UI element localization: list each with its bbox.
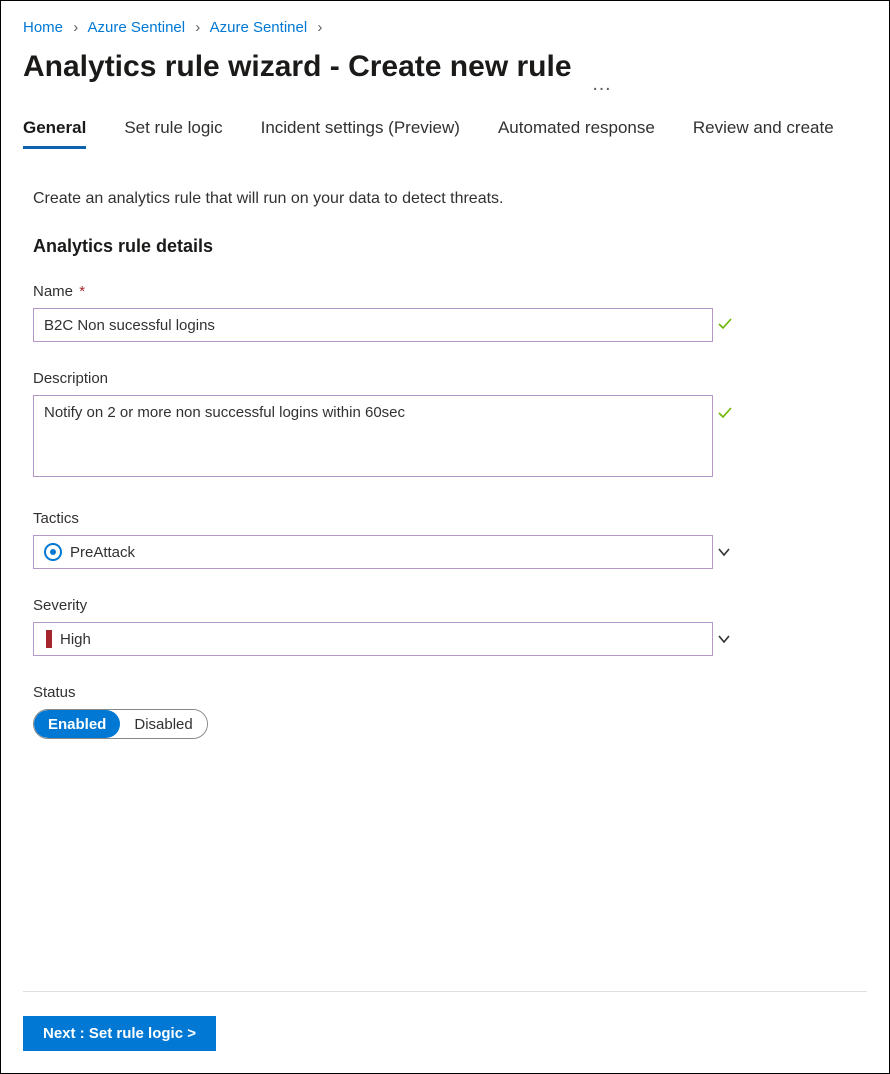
chevron-down-icon: [717, 632, 731, 646]
next-button[interactable]: Next : Set rule logic >: [23, 1016, 216, 1051]
severity-high-icon: [46, 630, 52, 648]
tab-incident-settings[interactable]: Incident settings (Preview): [261, 118, 460, 149]
check-icon: [717, 316, 733, 332]
chevron-right-icon: ›: [73, 19, 78, 36]
name-label: Name *: [33, 283, 743, 300]
wizard-footer: Next : Set rule logic >: [23, 991, 867, 1051]
field-description: Description Notify on 2 or more non succ…: [33, 370, 743, 482]
description-input[interactable]: Notify on 2 or more non successful login…: [33, 395, 713, 477]
name-input[interactable]: [33, 308, 713, 342]
tactics-label: Tactics: [33, 510, 743, 527]
tab-general[interactable]: General: [23, 118, 86, 149]
status-disabled[interactable]: Disabled: [120, 710, 206, 738]
check-icon: [717, 405, 733, 421]
field-tactics: Tactics PreAttack: [33, 510, 743, 569]
severity-label: Severity: [33, 597, 743, 614]
tab-review-create[interactable]: Review and create: [693, 118, 834, 149]
tab-automated-response[interactable]: Automated response: [498, 118, 655, 149]
section-rule-details: Analytics rule details: [33, 236, 743, 257]
more-actions-button[interactable]: …: [586, 73, 618, 96]
wizard-general-pane: Create an analytics rule that will run o…: [23, 190, 743, 739]
status-label: Status: [33, 684, 743, 701]
breadcrumb-home[interactable]: Home: [23, 19, 63, 36]
chevron-right-icon: ›: [317, 19, 322, 36]
tab-set-rule-logic[interactable]: Set rule logic: [124, 118, 222, 149]
severity-value: High: [60, 631, 91, 648]
breadcrumb-sentinel-2[interactable]: Azure Sentinel: [210, 19, 308, 36]
tactics-value: PreAttack: [70, 544, 135, 561]
field-status: Status Enabled Disabled: [33, 684, 743, 739]
description-label: Description: [33, 370, 743, 387]
status-enabled[interactable]: Enabled: [34, 710, 120, 738]
page-title: Analytics rule wizard - Create new rule: [23, 50, 572, 84]
field-severity: Severity High: [33, 597, 743, 656]
required-indicator: *: [79, 283, 85, 300]
target-icon: [44, 543, 62, 561]
severity-select[interactable]: High: [33, 622, 713, 656]
field-name: Name *: [33, 283, 743, 342]
intro-text: Create an analytics rule that will run o…: [33, 190, 743, 208]
wizard-tabs: General Set rule logic Incident settings…: [23, 118, 867, 150]
chevron-down-icon: [717, 545, 731, 559]
chevron-right-icon: ›: [195, 19, 200, 36]
tactics-select[interactable]: PreAttack: [33, 535, 713, 569]
breadcrumb: Home › Azure Sentinel › Azure Sentinel ›: [23, 19, 867, 36]
breadcrumb-sentinel-1[interactable]: Azure Sentinel: [88, 19, 186, 36]
status-toggle[interactable]: Enabled Disabled: [33, 709, 208, 739]
